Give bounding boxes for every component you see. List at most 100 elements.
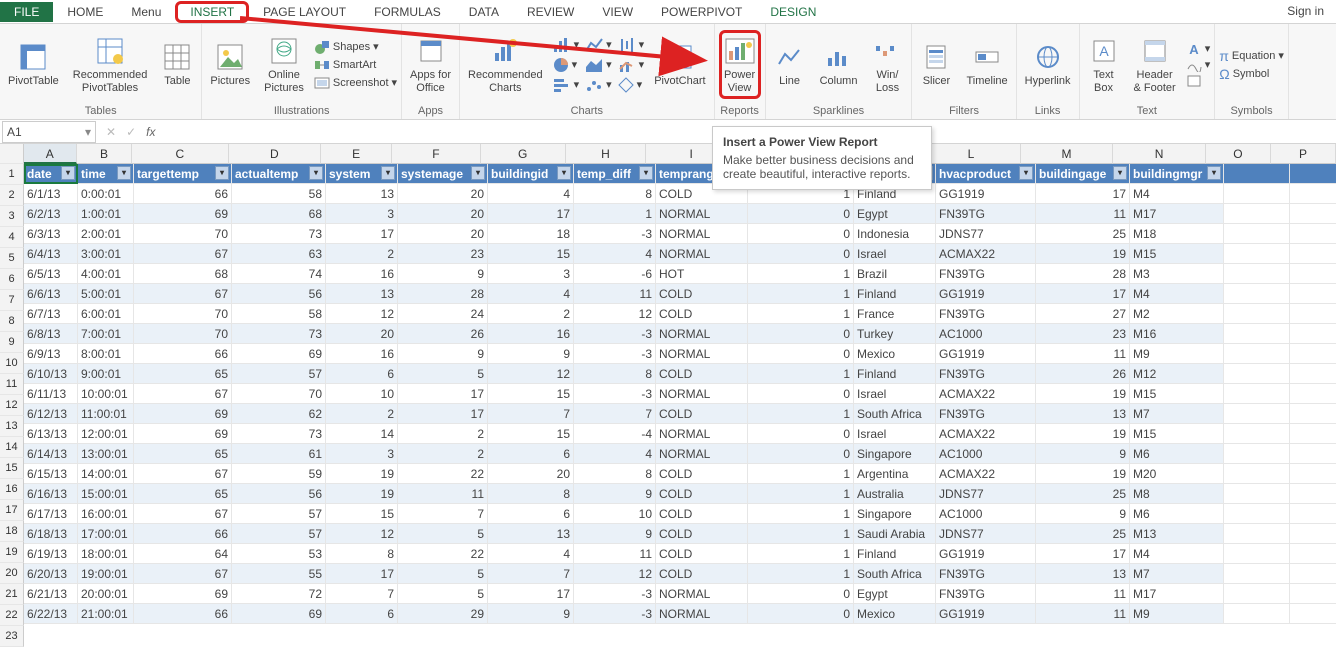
cell[interactable]: 4:00:01 xyxy=(78,264,134,284)
cell[interactable]: NORMAL xyxy=(656,444,748,464)
cell[interactable]: 6 xyxy=(488,444,574,464)
tab-review[interactable]: REVIEW xyxy=(513,2,588,22)
cell[interactable]: 69 xyxy=(232,604,326,624)
cell[interactable]: 25 xyxy=(1036,224,1130,244)
cell[interactable]: NORMAL xyxy=(656,244,748,264)
col-header-B[interactable]: B xyxy=(77,144,132,164)
cell[interactable]: 11 xyxy=(1036,344,1130,364)
cell[interactable]: 56 xyxy=(232,284,326,304)
cell[interactable]: 69 xyxy=(134,404,232,424)
screenshot-button[interactable]: Screenshot ▾ xyxy=(314,75,397,91)
pivottable-button[interactable]: PivotTable xyxy=(4,39,63,89)
cell[interactable]: M20 xyxy=(1130,464,1224,484)
cell[interactable]: 11 xyxy=(574,544,656,564)
enter-icon[interactable]: ✓ xyxy=(126,125,136,139)
cell[interactable]: 17 xyxy=(398,384,488,404)
tab-data[interactable]: DATA xyxy=(455,2,513,22)
cell[interactable]: Mexico xyxy=(854,344,936,364)
cell[interactable] xyxy=(1224,464,1290,484)
col-header-P[interactable]: P xyxy=(1271,144,1336,164)
cell[interactable]: 72 xyxy=(232,584,326,604)
table-header-time[interactable]: time▾ xyxy=(78,164,134,184)
cell[interactable] xyxy=(1224,184,1290,204)
cell[interactable]: M9 xyxy=(1130,344,1224,364)
row-header[interactable]: 19 xyxy=(0,542,24,563)
cell[interactable]: 14 xyxy=(326,424,398,444)
cell[interactable] xyxy=(1224,264,1290,284)
cell[interactable]: M9 xyxy=(1130,604,1224,624)
cell[interactable]: 4 xyxy=(488,544,574,564)
tab-menu[interactable]: Menu xyxy=(117,2,175,22)
col-header-A[interactable]: A xyxy=(24,144,77,164)
cell[interactable]: ACMAX22 xyxy=(936,424,1036,444)
table-header-date[interactable]: date▾ xyxy=(24,164,78,184)
cell[interactable]: M15 xyxy=(1130,424,1224,444)
table-header-systemage[interactable]: systemage▾ xyxy=(398,164,488,184)
cell[interactable]: AC1000 xyxy=(936,504,1036,524)
cell[interactable]: 2 xyxy=(326,404,398,424)
cell[interactable]: HOT xyxy=(656,264,748,284)
cell[interactable]: 65 xyxy=(134,364,232,384)
cell[interactable]: 29 xyxy=(398,604,488,624)
chart-bar-gallery[interactable]: ▾ xyxy=(553,37,580,53)
cell[interactable]: 6/7/13 xyxy=(24,304,78,324)
hyperlink-button[interactable]: Hyperlink xyxy=(1021,39,1075,89)
shapes-button[interactable]: Shapes ▾ xyxy=(314,39,397,55)
filter-button[interactable]: ▾ xyxy=(1207,166,1221,180)
cell[interactable]: 66 xyxy=(134,344,232,364)
cell[interactable]: 65 xyxy=(134,444,232,464)
cell[interactable]: South Africa xyxy=(854,404,936,424)
cell[interactable]: 14:00:01 xyxy=(78,464,134,484)
cell[interactable]: M8 xyxy=(1130,484,1224,504)
filter-button[interactable]: ▾ xyxy=(1019,166,1033,180)
cell[interactable]: NORMAL xyxy=(656,224,748,244)
cell[interactable] xyxy=(1290,524,1336,544)
row-header[interactable]: 16 xyxy=(0,479,24,500)
cell[interactable]: Finland xyxy=(854,284,936,304)
cell[interactable]: 67 xyxy=(134,504,232,524)
cell[interactable] xyxy=(1224,524,1290,544)
cell[interactable]: 13:00:01 xyxy=(78,444,134,464)
cell[interactable]: 6/21/13 xyxy=(24,584,78,604)
cell[interactable]: 19 xyxy=(1036,244,1130,264)
row-header[interactable]: 8 xyxy=(0,311,24,332)
cell[interactable]: 74 xyxy=(232,264,326,284)
cell[interactable]: FN39TG xyxy=(936,364,1036,384)
cell[interactable]: M4 xyxy=(1130,284,1224,304)
cell[interactable]: 13 xyxy=(326,284,398,304)
cell[interactable]: 9 xyxy=(1036,504,1130,524)
cell[interactable]: 16 xyxy=(488,324,574,344)
cell[interactable]: ACMAX22 xyxy=(936,464,1036,484)
cell[interactable]: 11:00:01 xyxy=(78,404,134,424)
cell[interactable]: 6/16/13 xyxy=(24,484,78,504)
cell[interactable]: 67 xyxy=(134,244,232,264)
cell[interactable]: 70 xyxy=(134,304,232,324)
cell[interactable]: 23 xyxy=(1036,324,1130,344)
cell[interactable]: COLD xyxy=(656,404,748,424)
cell[interactable]: 8 xyxy=(488,484,574,504)
cell[interactable]: 3 xyxy=(326,204,398,224)
cell[interactable]: 64 xyxy=(134,544,232,564)
cell[interactable]: 10 xyxy=(326,384,398,404)
cell[interactable]: 19 xyxy=(326,464,398,484)
cell[interactable]: 6/15/13 xyxy=(24,464,78,484)
slicer-button[interactable]: Slicer xyxy=(916,39,956,89)
cell[interactable]: 0 xyxy=(748,584,854,604)
select-all-corner[interactable] xyxy=(0,144,24,164)
cell[interactable]: 10 xyxy=(574,504,656,524)
cell[interactable]: COLD xyxy=(656,544,748,564)
smartart-button[interactable]: SmartArt xyxy=(314,57,397,73)
headerfooter-button[interactable]: Header & Footer xyxy=(1130,33,1180,95)
cell[interactable] xyxy=(1290,324,1336,344)
cell[interactable]: 2:00:01 xyxy=(78,224,134,244)
cell[interactable]: COLD xyxy=(656,304,748,324)
cell[interactable]: 5 xyxy=(398,584,488,604)
cell[interactable]: 6/9/13 xyxy=(24,344,78,364)
cell[interactable]: 68 xyxy=(232,204,326,224)
cell[interactable]: 0:00:01 xyxy=(78,184,134,204)
cell[interactable]: 58 xyxy=(232,304,326,324)
row-header[interactable]: 23 xyxy=(0,626,24,647)
cell[interactable]: NORMAL xyxy=(656,204,748,224)
cell[interactable]: 6 xyxy=(326,604,398,624)
cell[interactable]: France xyxy=(854,304,936,324)
